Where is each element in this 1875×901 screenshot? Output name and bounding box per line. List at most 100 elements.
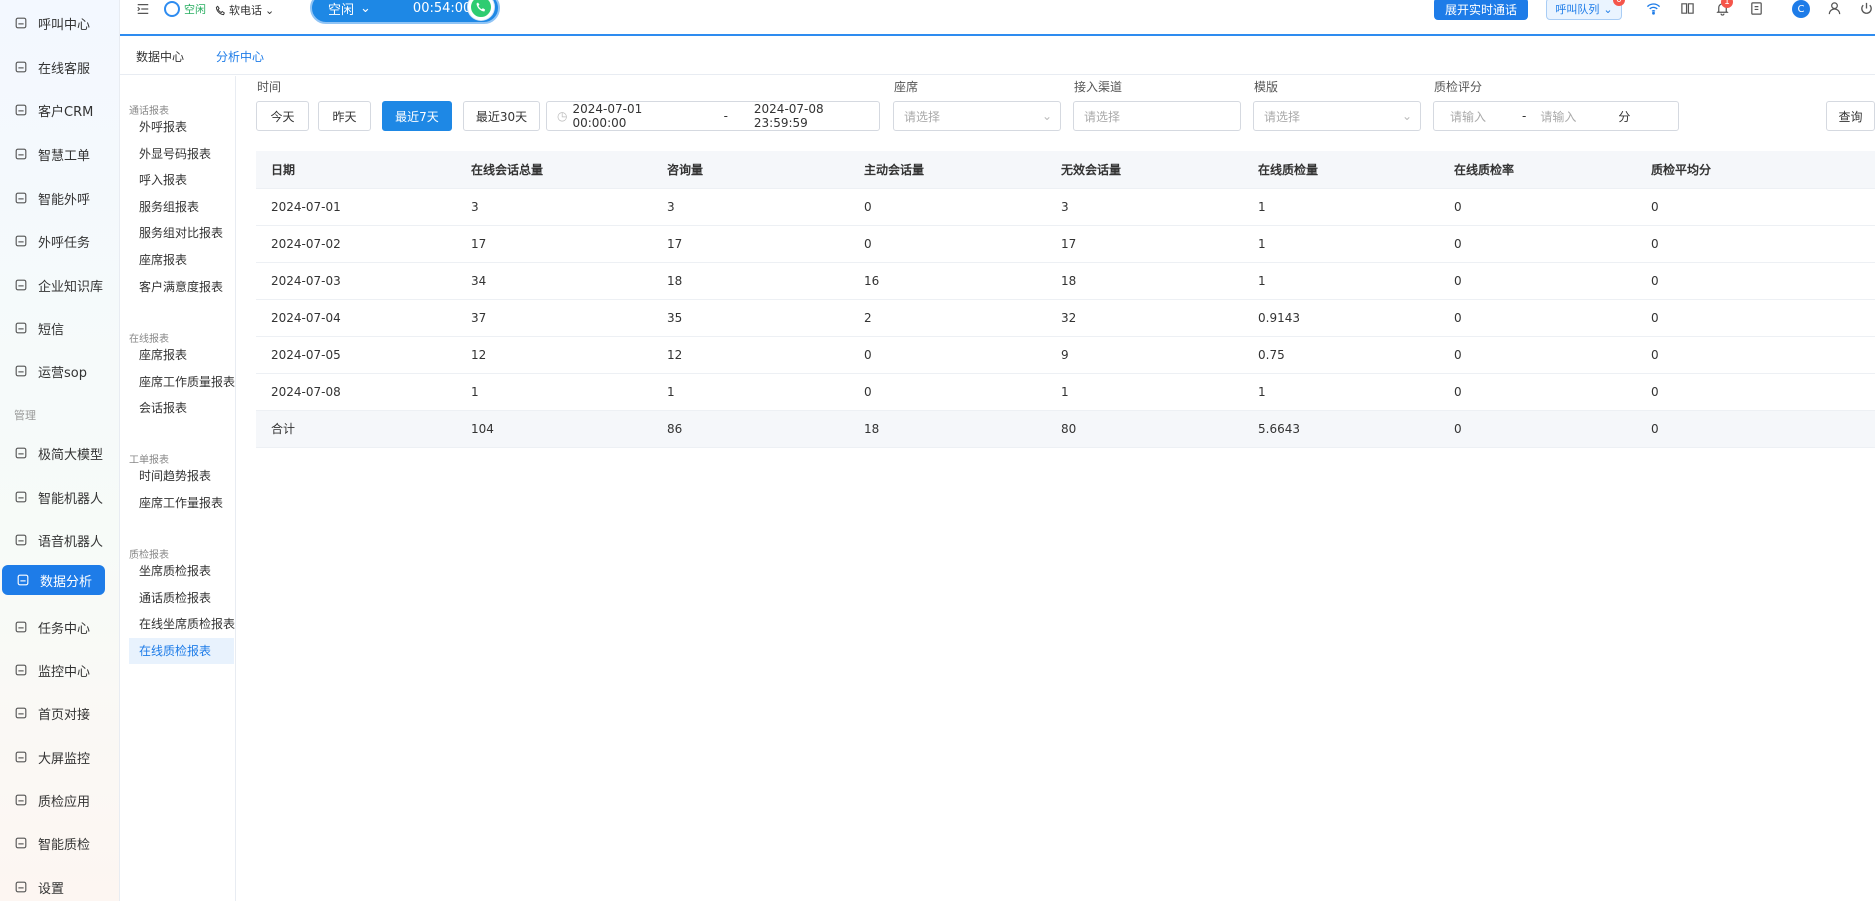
nav-item-4[interactable]: 智慧工单 xyxy=(0,139,120,169)
date-range-picker[interactable]: ◷ 2024-07-01 00:00:00 - 2024-07-08 23:59… xyxy=(546,101,880,131)
nav-item-label: 外呼任务 xyxy=(38,235,91,251)
nav-item-manage-1[interactable]: 极简大模型 xyxy=(0,438,120,468)
call-queue-label: 呼叫队列 xyxy=(1555,3,1600,16)
table-cell: 0 xyxy=(1651,237,1659,251)
last-30-days-button[interactable]: 最近30天 xyxy=(463,101,540,131)
table-cell: 0 xyxy=(864,385,872,399)
call-status-dropdown[interactable]: 空闲 ⌄ xyxy=(328,0,371,18)
report-nav-item[interactable]: 呼入报表 xyxy=(129,167,234,193)
chevron-down-icon: ⌄ xyxy=(360,0,371,16)
yesterday-button[interactable]: 昨天 xyxy=(318,101,371,131)
table-header-cell: 质检平均分 xyxy=(1651,163,1712,177)
nav-item-label: 语音机器人 xyxy=(38,534,104,550)
report-nav-item[interactable]: 时间趋势报表 xyxy=(129,463,234,489)
call-queue-dropdown[interactable]: 呼叫队列 ⌄ xyxy=(1546,0,1622,20)
nav-item-manage-6[interactable]: 监控中心 xyxy=(0,655,120,685)
nav-item-2[interactable]: 在线客服 xyxy=(0,52,120,82)
wifi-icon[interactable] xyxy=(1645,0,1661,16)
nav-item-1[interactable]: 呼叫中心 xyxy=(0,8,120,38)
report-nav-item[interactable]: 坐席质检报表 xyxy=(129,558,234,584)
report-nav-item[interactable]: 外呼报表 xyxy=(129,114,234,140)
screen-icon xyxy=(14,750,28,764)
agent-status[interactable]: 空闲 xyxy=(164,1,206,17)
table-cell: 18 xyxy=(1061,274,1077,288)
table-header-cell: 主动会话量 xyxy=(864,163,925,177)
report-nav-item[interactable]: 座席工作量报表 xyxy=(129,490,234,516)
nav-item-manage-4[interactable]: 数据分析 xyxy=(2,565,105,595)
query-button[interactable]: 查询 xyxy=(1826,101,1875,131)
table-cell: 3 xyxy=(471,200,479,214)
table-cell: 合计 xyxy=(271,422,296,436)
nav-item-3[interactable]: 客户CRM xyxy=(0,95,120,125)
nav-item-manage-9[interactable]: 质检应用 xyxy=(0,785,120,815)
nav-item-5[interactable]: 智能外呼 xyxy=(0,183,120,213)
nav-item-7[interactable]: 企业知识库 xyxy=(0,270,120,300)
user-icon xyxy=(14,103,28,117)
score-label: 质检评分 xyxy=(1434,80,1483,94)
nav-item-label: 数据分析 xyxy=(40,574,93,590)
report-nav-item[interactable]: 服务组报表 xyxy=(129,194,234,220)
nav-item-manage-8[interactable]: 大屏监控 xyxy=(0,742,120,772)
nav-item-manage-5[interactable]: 任务中心 xyxy=(0,612,120,642)
table-cell: 35 xyxy=(667,311,683,325)
report-nav-item[interactable]: 座席报表 xyxy=(129,342,234,368)
task-icon xyxy=(14,620,28,634)
date-end[interactable]: 2024-07-08 23:59:59 xyxy=(754,102,879,130)
book-icon[interactable] xyxy=(1679,0,1695,16)
table-cell: 34 xyxy=(471,274,487,288)
table-cell: 0 xyxy=(1651,422,1659,436)
table-cell: 0.9143 xyxy=(1258,311,1300,325)
report-nav-item[interactable]: 会话报表 xyxy=(129,395,234,421)
table-cell: 0 xyxy=(864,348,872,362)
score-range[interactable]: 请输入 - 请输入 分 xyxy=(1433,101,1679,131)
nav-item-9[interactable]: 运营sop xyxy=(0,356,120,386)
report-nav-item[interactable]: 服务组对比报表 xyxy=(129,220,234,246)
book-icon xyxy=(14,278,28,292)
report-sidebar: 通话报表 外呼报表 外显号码报表 呼入报表 服务组报表 服务组对比报表 座席报表 客户满意度报… xyxy=(121,76,236,901)
nav-item-manage-10[interactable]: 智能质检 xyxy=(0,828,120,858)
nav-item-manage-7[interactable]: 首页对接 xyxy=(0,698,120,728)
avatar[interactable]: C xyxy=(1792,0,1810,18)
agent-select[interactable]: 请选择 ⌄ xyxy=(893,101,1061,131)
today-button[interactable]: 今天 xyxy=(256,101,309,131)
table-cell: 0 xyxy=(1454,311,1462,325)
nav-item-6[interactable]: 外呼任务 xyxy=(0,226,120,256)
nav-item-manage-2[interactable]: 智能机器人 xyxy=(0,482,120,512)
score-max-input[interactable]: 请输入 xyxy=(1540,108,1576,125)
power-icon[interactable] xyxy=(1858,0,1874,16)
report-nav-item[interactable]: 通话质检报表 xyxy=(129,585,234,611)
menu-toggle-icon[interactable] xyxy=(136,2,152,18)
report-nav-item[interactable]: 客户满意度报表 xyxy=(129,274,234,300)
table-header-cell: 在线质检率 xyxy=(1454,163,1515,177)
table-cell: 3 xyxy=(667,200,675,214)
agent-placeholder: 请选择 xyxy=(904,109,941,124)
robot-icon xyxy=(14,490,28,504)
report-nav-item[interactable]: 座席报表 xyxy=(129,247,234,273)
table-row: 2024-07-03 34 18 16 18 1 0 0 xyxy=(256,263,1875,300)
nav-item-8[interactable]: 短信 xyxy=(0,313,120,343)
clipboard-icon[interactable] xyxy=(1748,0,1764,16)
tab-data-center[interactable]: 数据中心 xyxy=(136,48,184,65)
nav-item-label: 在线客服 xyxy=(38,61,91,77)
expand-live-call-button[interactable]: 展开实时通话 xyxy=(1434,0,1528,20)
nav-item-manage-3[interactable]: 语音机器人 xyxy=(0,525,120,555)
table-cell: 1 xyxy=(1061,385,1069,399)
user-icon[interactable] xyxy=(1826,0,1842,16)
report-nav-item[interactable]: 座席工作质量报表 xyxy=(129,369,235,395)
channel-input[interactable]: 请选择 xyxy=(1073,101,1241,131)
nav-item-label: 质检应用 xyxy=(38,794,91,810)
table-header-cell: 咨询量 xyxy=(667,163,704,177)
nav-item-manage-11[interactable]: 设置 xyxy=(0,872,120,901)
date-start[interactable]: 2024-07-01 00:00:00 xyxy=(572,102,697,130)
report-nav-item[interactable]: 在线质检报表 xyxy=(129,637,234,664)
template-select[interactable]: 请选择 ⌄ xyxy=(1253,101,1421,131)
report-nav-item[interactable]: 在线坐席质检报表 xyxy=(129,611,235,637)
tab-analysis-center[interactable]: 分析中心 xyxy=(216,48,264,65)
table-cell: 0 xyxy=(864,237,872,251)
report-nav-item[interactable]: 外显号码报表 xyxy=(129,141,234,167)
softphone-selector[interactable]: 软电话 ⌄ xyxy=(215,2,274,18)
table-row: 2024-07-02 17 17 0 17 1 0 0 xyxy=(256,226,1875,263)
last-7-days-button[interactable]: 最近7天 xyxy=(382,101,452,131)
score-min-input[interactable]: 请输入 xyxy=(1450,108,1486,125)
report-table: 日期 在线会话总量 咨询量 主动会话量 无效会话量 在线质检量 在线质检率 质检平均分 2024… xyxy=(256,151,1875,448)
